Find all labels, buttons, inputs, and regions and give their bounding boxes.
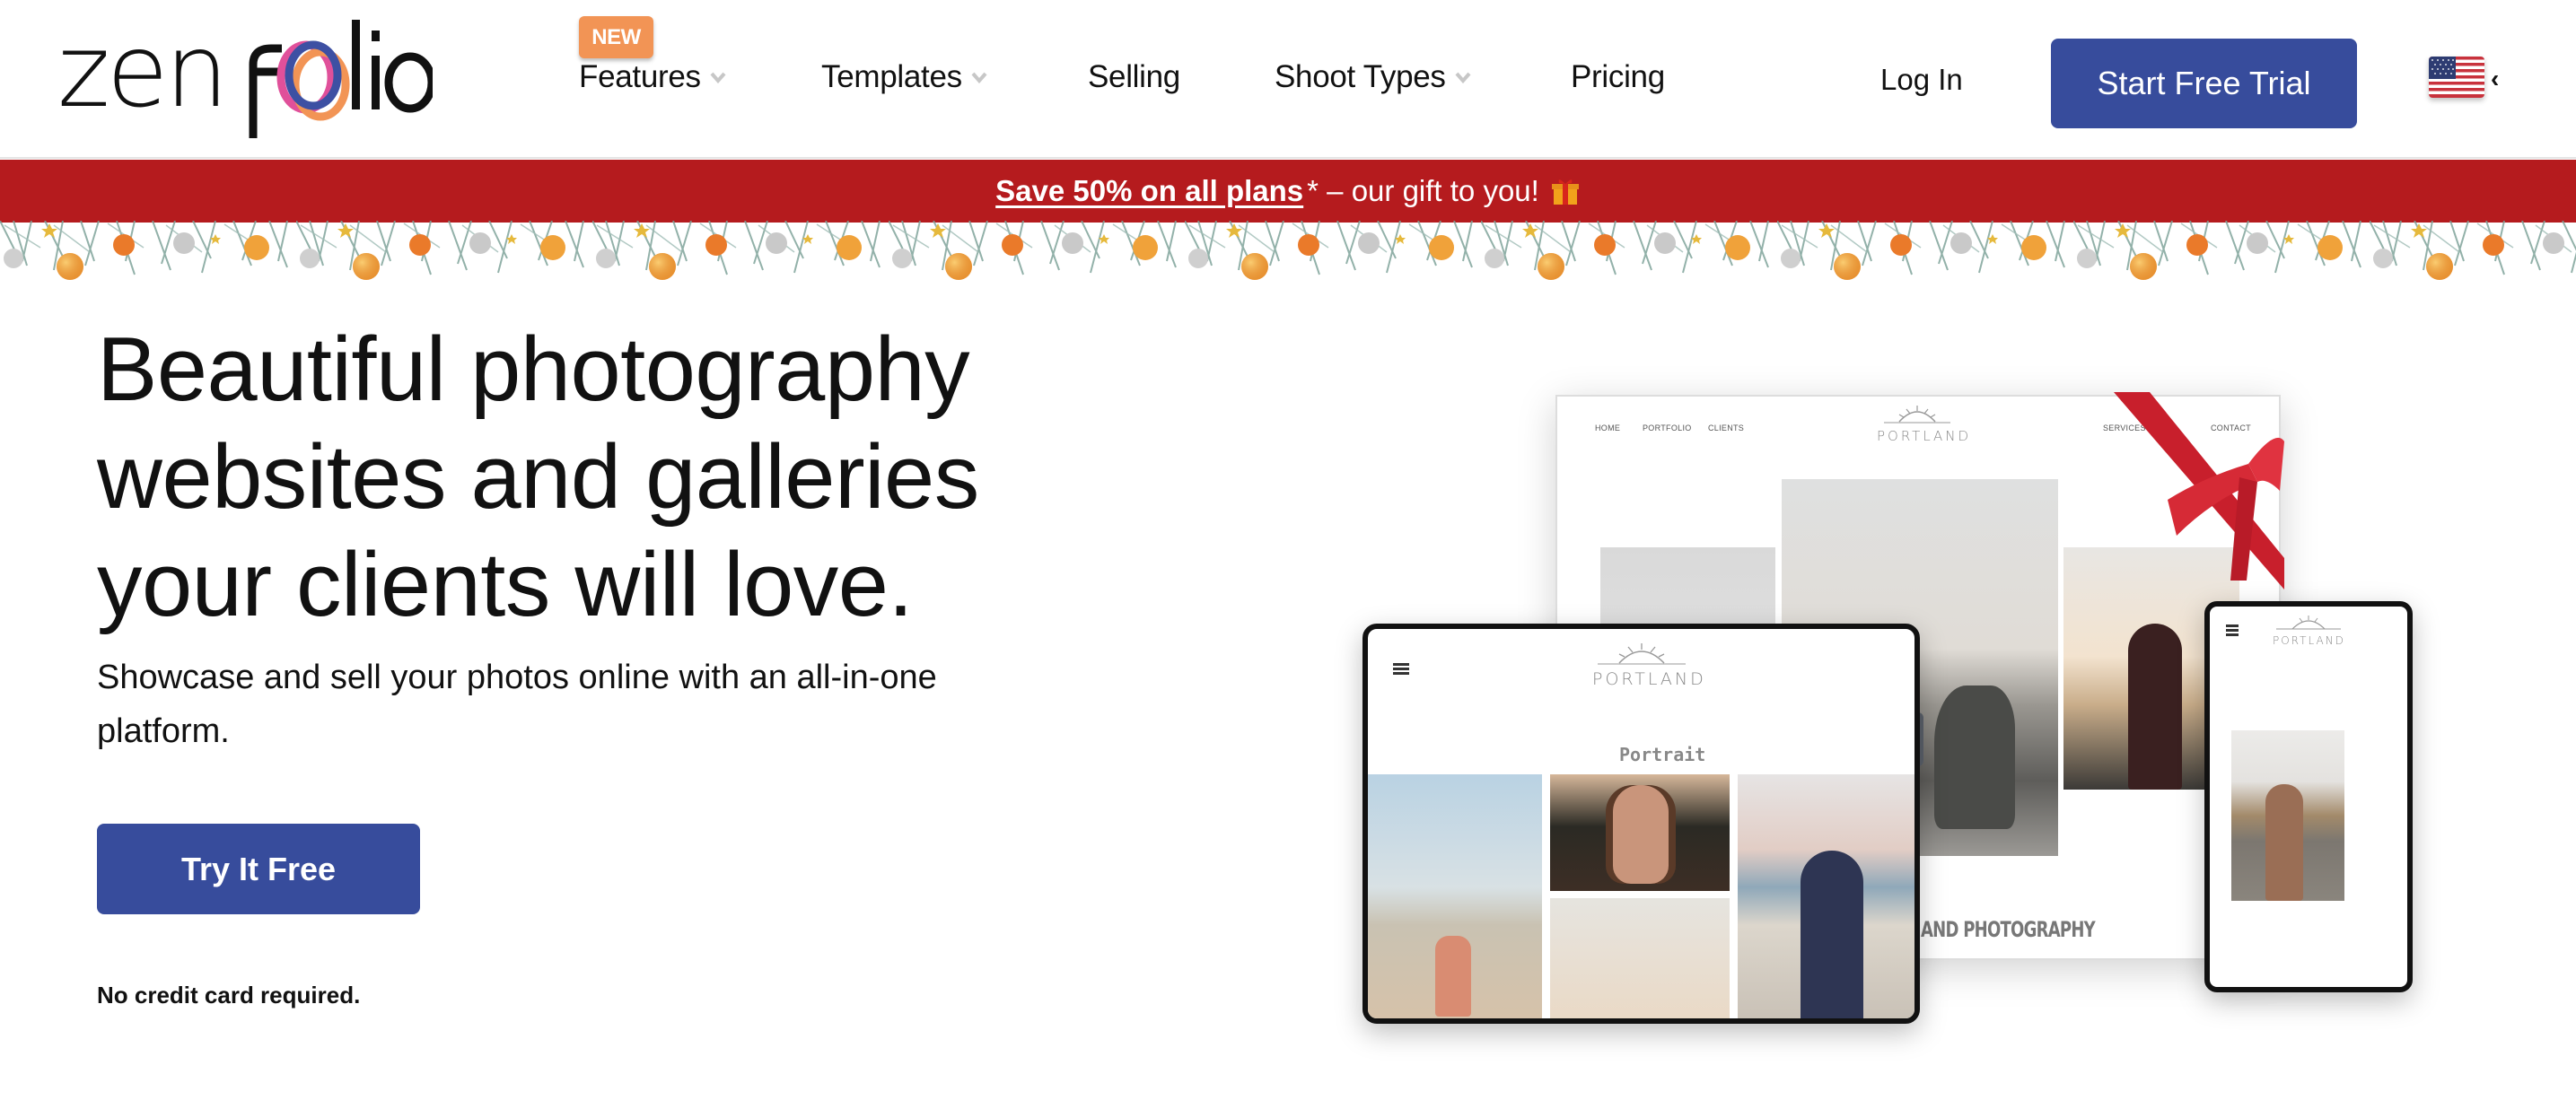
hero-heading-line: websites and galleries [97, 427, 979, 528]
tablet-photo-woman-towel [1738, 774, 1914, 1018]
chevron-down-icon [710, 72, 726, 83]
us-flag-icon[interactable] [2429, 57, 2484, 98]
tablet-photo-couple-beach [1368, 774, 1542, 1018]
login-link[interactable]: Log In [1880, 63, 1963, 97]
portland-logo: PORTLAND [1592, 642, 1704, 689]
hero-subtitle-line: Showcase and sell your photos online wit… [97, 659, 937, 696]
tablet-heading: Portrait [1619, 744, 1706, 765]
nav-pricing[interactable]: Pricing [1571, 59, 1665, 95]
try-it-free-button[interactable]: Try It Free [97, 824, 420, 914]
hero-subtitle: Showcase and sell your photos online wit… [97, 651, 1120, 758]
sun-icon [2276, 616, 2341, 630]
portland-logo: PORTLAND [2273, 614, 2344, 647]
hero-heading-line: your clients will love. [97, 535, 914, 635]
svg-text:zen: zen [57, 13, 225, 130]
phone-photo-woman-blanket [2231, 730, 2344, 901]
promo-text: * – our gift to you! [1307, 174, 1539, 207]
chevron-down-icon [1455, 72, 1471, 83]
hero-subtitle-line: platform. [97, 712, 230, 750]
nav-shoot-types[interactable]: Shoot Types [1275, 59, 1471, 95]
promo-banner: Save 50% on all plans * – our gift to yo… [0, 160, 2576, 223]
new-badge: NEW [579, 16, 653, 58]
hamburger-menu-icon [1393, 663, 1409, 676]
red-gift-ribbon-decoration [2114, 392, 2284, 589]
start-free-trial-button[interactable]: Start Free Trial [2051, 39, 2357, 128]
portland-logo: PORTLAND [1877, 404, 1968, 444]
mock-nav-clients: CLIENTS [1708, 424, 1745, 432]
no-credit-card-note: No credit card required. [97, 982, 361, 1009]
mock-tagline: AND PHOTOGRAPHY [1921, 917, 2096, 942]
mock-nav-portfolio: PORTFOLIO [1643, 424, 1692, 432]
phone-mockup: PORTLAND [2204, 601, 2413, 992]
nav-templates-label: Templates [821, 59, 962, 94]
promo-link[interactable]: Save 50% on all plans [995, 174, 1303, 208]
chevron-down-icon [971, 72, 987, 83]
nav-features[interactable]: Features [579, 59, 726, 95]
hero-heading-line: Beautiful photography [97, 319, 970, 420]
nav-selling-label: Selling [1088, 59, 1180, 94]
hamburger-menu-icon [2226, 624, 2239, 637]
hero-heading: Beautiful photography websites and galle… [97, 316, 1174, 639]
nav-pricing-label: Pricing [1571, 59, 1665, 94]
nav-shoot-types-label: Shoot Types [1275, 59, 1446, 94]
sun-icon [1884, 406, 1950, 424]
christmas-garland-decoration [0, 221, 2576, 293]
nav-templates[interactable]: Templates [821, 59, 987, 95]
tablet-mockup: PORTLAND Portrait [1362, 624, 1920, 1024]
mock-nav-home: HOME [1595, 424, 1621, 432]
site-header: zen NEW Features Templates Selling Shoot… [0, 0, 2576, 159]
language-toggle-chevron-icon[interactable]: ‹ [2491, 65, 2499, 93]
gift-icon [1551, 179, 1579, 205]
nav-selling[interactable]: Selling [1088, 59, 1180, 95]
tablet-photo-portrait [1550, 774, 1730, 891]
nav-features-label: Features [579, 59, 701, 94]
zenfolio-logo[interactable]: zen [56, 13, 433, 143]
tablet-photo-sunset [1550, 898, 1730, 1018]
sun-icon [1598, 643, 1686, 665]
